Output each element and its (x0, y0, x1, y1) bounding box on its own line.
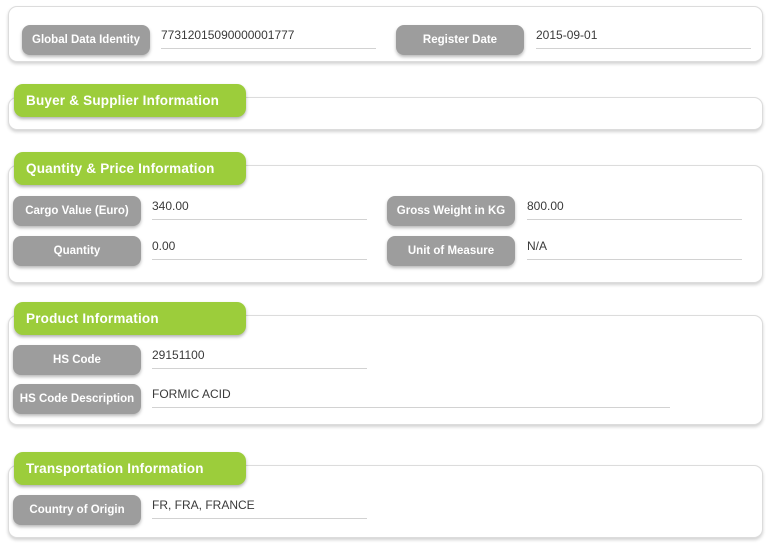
section-header-quantity-price: Quantity & Price Information (14, 152, 246, 185)
field-label-hs-code: HS Code (13, 345, 141, 375)
field-value-country-of-origin[interactable]: FR, FRA, FRANCE (152, 496, 367, 519)
field-value-global-data-identity[interactable]: 77312015090000001777 (161, 26, 376, 49)
field-label-unit-of-measure: Unit of Measure (387, 236, 515, 266)
field-label-register-date: Register Date (396, 25, 524, 55)
field-label-cargo-value: Cargo Value (Euro) (13, 196, 141, 226)
field-value-hs-code-description[interactable]: FORMIC ACID (152, 385, 670, 408)
field-value-quantity[interactable]: 0.00 (152, 237, 367, 260)
trade-record-form: Global Data Identity 7731201509000000177… (0, 0, 771, 547)
section-header-transportation: Transportation Information (14, 452, 246, 485)
panel-identity: Global Data Identity 7731201509000000177… (8, 6, 763, 62)
field-value-register-date[interactable]: 2015-09-01 (536, 26, 751, 49)
field-label-hs-code-description: HS Code Description (13, 384, 141, 414)
section-header-product: Product Information (14, 302, 246, 335)
field-label-quantity: Quantity (13, 236, 141, 266)
field-label-gross-weight: Gross Weight in KG (387, 196, 515, 226)
field-value-cargo-value[interactable]: 340.00 (152, 197, 367, 220)
field-value-gross-weight[interactable]: 800.00 (527, 197, 742, 220)
field-label-country-of-origin: Country of Origin (13, 495, 141, 525)
field-value-hs-code[interactable]: 29151100 (152, 346, 367, 369)
section-header-buyer-supplier: Buyer & Supplier Information (14, 84, 246, 117)
field-label-global-data-identity: Global Data Identity (22, 25, 150, 55)
field-value-unit-of-measure[interactable]: N/A (527, 237, 742, 260)
